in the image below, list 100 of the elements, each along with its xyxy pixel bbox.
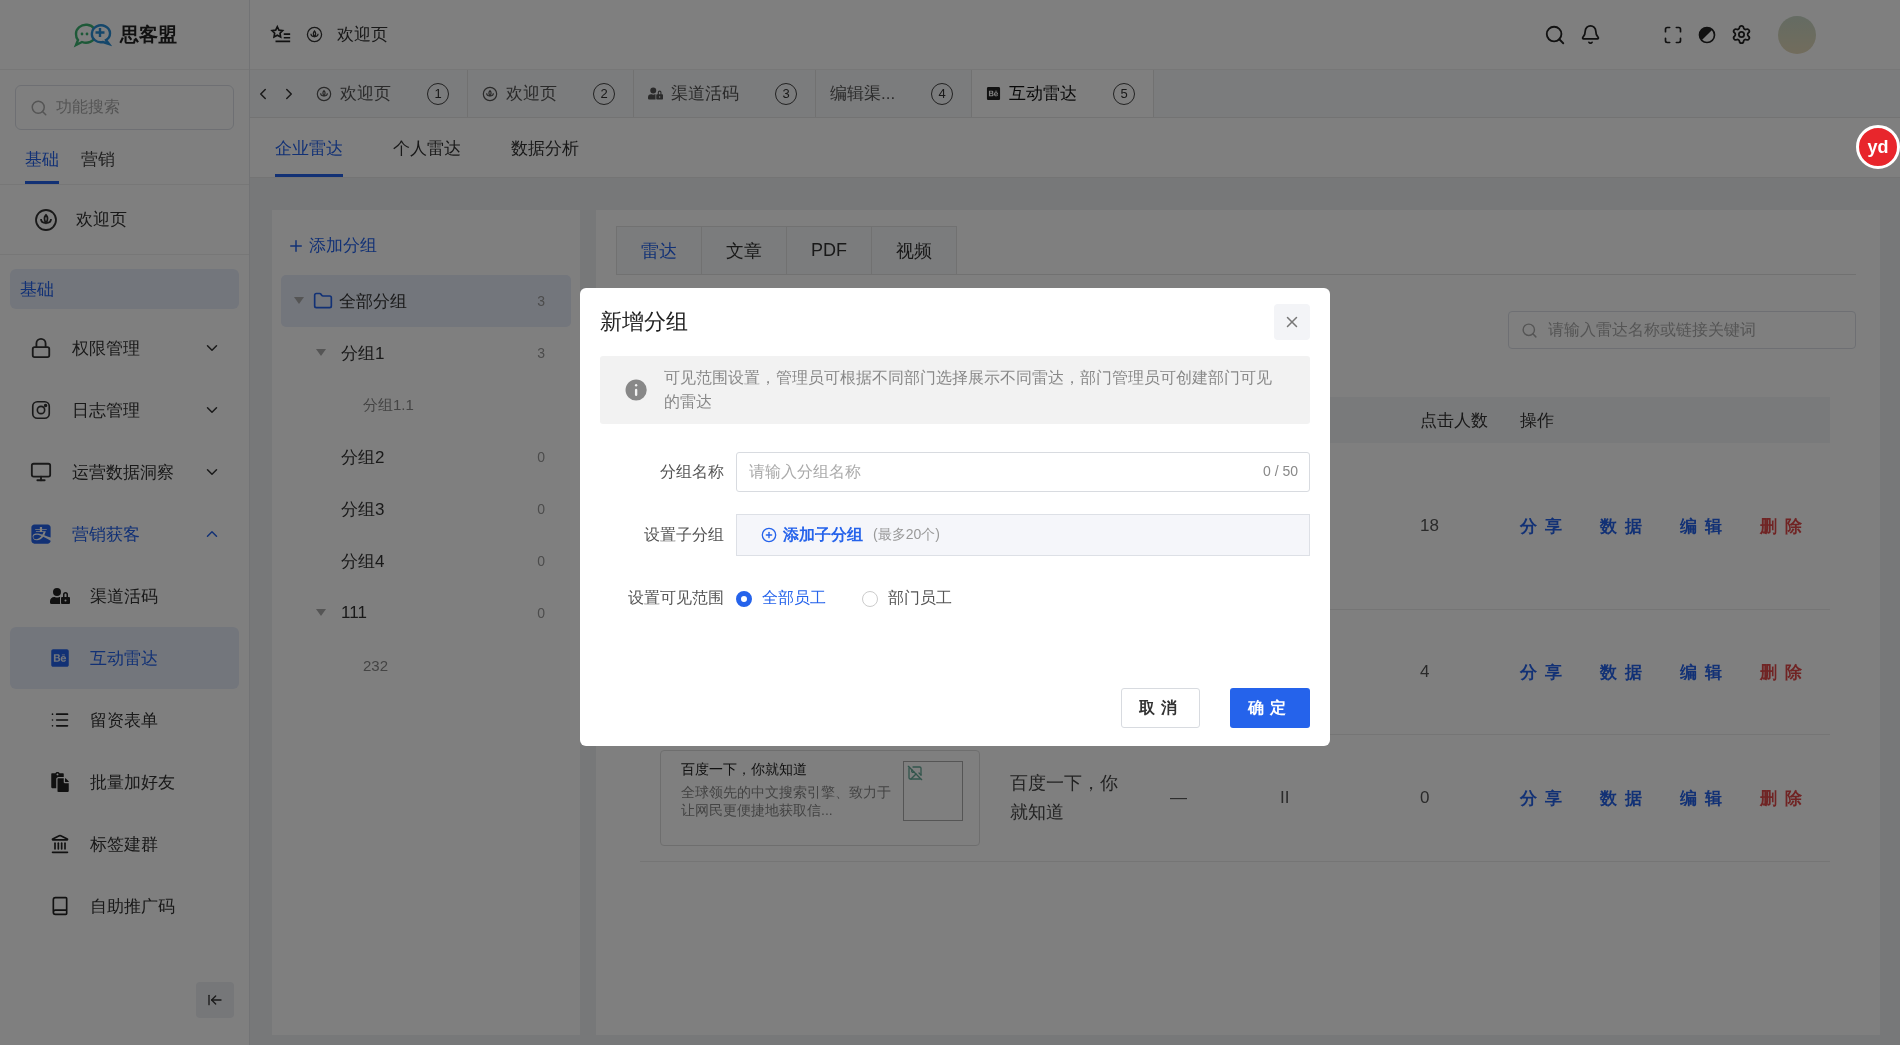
monitor-icon: [30, 461, 52, 483]
sidebar-tab[interactable]: 基础: [25, 148, 59, 184]
action-link[interactable]: 删除: [1760, 514, 1810, 538]
sidebar-subitem[interactable]: 自助推广码: [10, 875, 239, 937]
book-icon: [50, 896, 70, 916]
user-icon: [648, 86, 663, 101]
search-icon[interactable]: [1544, 23, 1566, 46]
sidebar-item[interactable]: 欢迎页: [0, 185, 249, 255]
table-cell-text: 0: [1420, 788, 1431, 808]
action-link[interactable]: 编辑: [1680, 786, 1730, 810]
sidebar-item[interactable]: 日志管理: [0, 379, 249, 441]
collapse-icon: [207, 992, 223, 1008]
tab-label: 渠道活码: [671, 83, 739, 105]
sidebar-subitem[interactable]: 标签建群: [10, 813, 239, 875]
sidebar-item-label: 渠道活码: [90, 585, 158, 608]
type-tab[interactable]: 文章: [701, 226, 787, 274]
sidebar-item[interactable]: 营销获客: [0, 503, 249, 565]
add-subgroup-button[interactable]: 添加子分组: [761, 524, 863, 546]
sidebar-item[interactable]: 权限管理: [0, 317, 249, 379]
plus-circle-icon: [761, 527, 777, 543]
search-icon: [1521, 321, 1538, 339]
sidebar-subitem[interactable]: 渠道活码: [10, 565, 239, 627]
sidebar-item-label: 营销获客: [72, 523, 141, 546]
tab-label: 互动雷达: [1009, 83, 1078, 105]
sidebar-item-label: 留资表单: [90, 709, 158, 732]
action-link[interactable]: 数据: [1600, 660, 1650, 684]
logo-text: 思客盟: [120, 22, 177, 47]
sub-tab[interactable]: 企业雷达: [275, 137, 343, 177]
column-header: 点击人数: [1420, 409, 1489, 432]
behance-icon: [50, 648, 70, 668]
field-label: 设置可见范围: [627, 588, 724, 608]
sidebar-item-label: 互动雷达: [90, 647, 158, 670]
broken-image-icon: [903, 761, 963, 821]
action-link[interactable]: 数据: [1600, 514, 1650, 538]
tree-item[interactable]: 232: [281, 639, 571, 691]
sidebar-subitem[interactable]: 互动雷达: [10, 627, 239, 689]
tab-label: 欢迎页: [506, 83, 557, 105]
action-link[interactable]: 编辑: [1680, 660, 1730, 684]
lock-icon: [30, 337, 52, 359]
section-header: 基础: [10, 269, 239, 309]
lotus-icon: [316, 85, 332, 102]
action-link[interactable]: 编辑: [1680, 514, 1730, 538]
page-tab[interactable]: 互动雷达 5: [972, 70, 1155, 117]
type-tab[interactable]: 视频: [871, 226, 957, 274]
caret-icon: [316, 609, 326, 617]
sidebar-item[interactable]: 运营数据洞察: [0, 441, 249, 503]
sidebar-item-label: 运营数据洞察: [72, 461, 175, 484]
type-tab[interactable]: PDF: [786, 226, 872, 274]
sub-tab[interactable]: 数据分析: [511, 137, 579, 177]
table-cell-text: —: [1170, 788, 1188, 808]
radio-option[interactable]: 部门员工: [862, 588, 952, 609]
radio-option[interactable]: 全部员工: [736, 588, 826, 609]
sidebar-item-label: 欢迎页: [76, 209, 127, 231]
sidebar-item-label: 权限管理: [72, 337, 141, 360]
page-tab[interactable]: 欢迎页 2: [468, 70, 634, 117]
tree-item[interactable]: 分组1.1: [281, 379, 571, 431]
action-link[interactable]: 删除: [1760, 786, 1810, 810]
dialog-title: 新增分组: [600, 308, 688, 336]
bell-icon[interactable]: [1580, 24, 1601, 45]
confirm-button[interactable]: 确定: [1230, 688, 1310, 728]
table-cell-text: 18: [1420, 516, 1440, 536]
type-tab[interactable]: 雷达: [616, 226, 702, 274]
field-label: 分组名称: [659, 461, 724, 482]
lotus-icon: [306, 26, 323, 43]
sidebar-item-label: 自助推广码: [90, 895, 175, 918]
folder-icon: [313, 291, 333, 311]
clipboard-icon: [50, 772, 70, 792]
collapse-button[interactable]: [196, 982, 234, 1018]
action-link[interactable]: 数据: [1600, 786, 1650, 810]
settings-icon[interactable]: [1731, 24, 1752, 45]
hint-text: (最多20个): [873, 526, 940, 544]
column-header: 操作: [1520, 409, 1555, 432]
action-link[interactable]: 删除: [1760, 660, 1810, 684]
action-link[interactable]: 分享: [1520, 660, 1570, 684]
table-cell-text: 百度一下，你就知道: [1010, 772, 1119, 824]
page-tab[interactable]: 渠道活码 3: [634, 70, 816, 117]
input-field[interactable]: 请输入分组名称 0 / 50: [736, 452, 1310, 492]
page-tab[interactable]: 欢迎页 1: [302, 70, 468, 117]
caret-icon: [294, 297, 304, 305]
sidebar-item-label: 批量加好友: [90, 771, 175, 794]
sidebar-item-label: 日志管理: [72, 399, 141, 422]
sub-tab[interactable]: 个人雷达: [393, 137, 461, 177]
bank-icon: [50, 834, 70, 854]
fullscreen-icon[interactable]: [1663, 24, 1683, 45]
action-link[interactable]: 分享: [1520, 514, 1570, 538]
sidebar-subitem[interactable]: 留资表单: [10, 689, 239, 751]
breadcrumb[interactable]: 欢迎页: [337, 23, 388, 46]
sidebar-tab[interactable]: 营销: [81, 148, 115, 184]
sidebar-subitem[interactable]: 批量加好友: [10, 751, 239, 813]
behance-icon: [986, 86, 1002, 101]
lotus-icon: [482, 85, 498, 102]
notice-text: 可见范围设置，管理员可根据不同部门选择展示不同雷达，部门管理员可创建部门可见的雷达: [664, 368, 1274, 412]
action-link[interactable]: 分享: [1520, 786, 1570, 810]
lotus-icon: [34, 207, 58, 232]
camera-icon: [30, 399, 52, 421]
cancel-button[interactable]: 取消: [1121, 688, 1200, 728]
caret-icon: [316, 349, 326, 357]
add-group-button[interactable]: 添加分组: [281, 230, 383, 261]
char-counter: 0 / 50: [1262, 463, 1298, 479]
contrast-icon[interactable]: [1697, 24, 1717, 45]
